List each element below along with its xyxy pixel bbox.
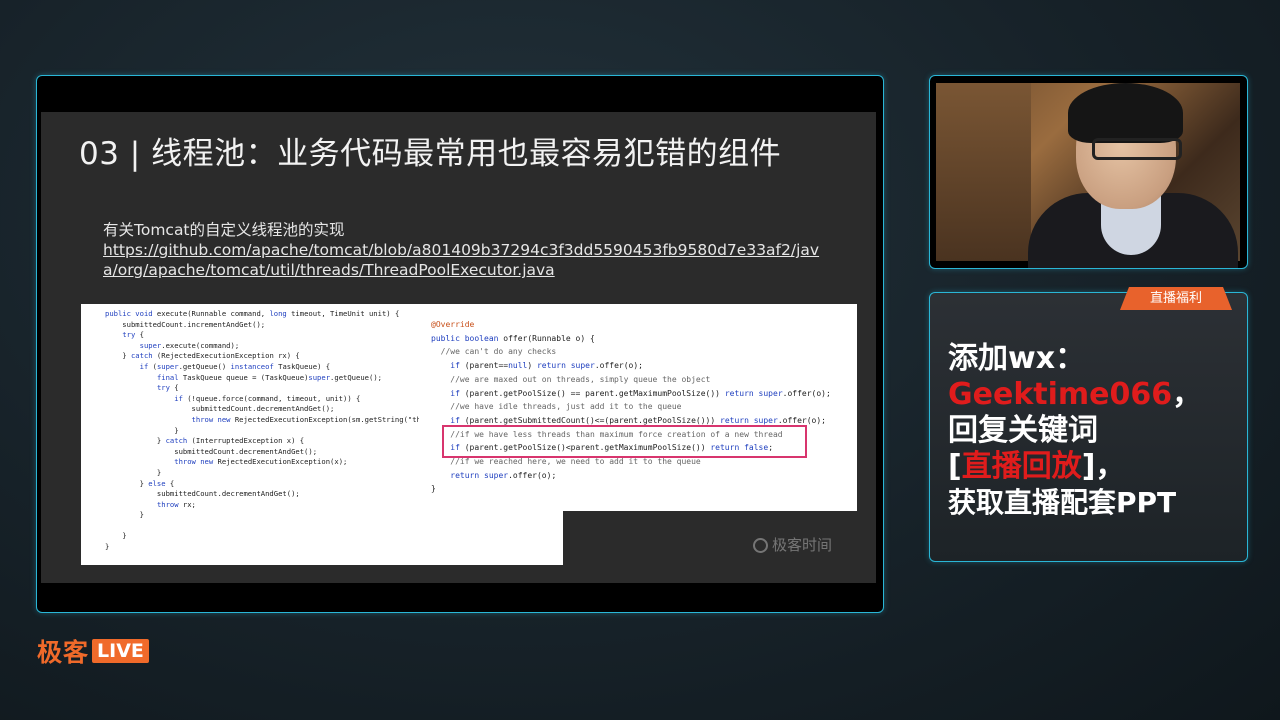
code-line: } — [431, 484, 436, 494]
code-line: if (super.getQueue() instanceof TaskQueu… — [139, 361, 331, 371]
slide-top-bar — [41, 86, 876, 112]
slide-bottom-bar — [41, 583, 876, 603]
code-line: submittedCount.decrementAndGet(); — [105, 404, 335, 414]
promo-line-3: 回复关键词 — [948, 413, 1098, 448]
code-line: //we have idle threads, just add it to t… — [431, 402, 682, 412]
code-line: final TaskQueue queue = (TaskQueue)super… — [156, 372, 382, 382]
code-line: } catch (RejectedExecutionException rx) … — [105, 351, 300, 361]
code-line: if (parent.getPoolSize() == parent.getMa… — [450, 388, 831, 398]
code-line: //we can't do any checks — [431, 347, 557, 357]
code-line: } — [105, 510, 144, 520]
code-line: } catch (InterruptedException x) { — [105, 436, 305, 446]
code-line: //if we have less threads than maximum f… — [431, 429, 783, 439]
promo-tab: 直播福利 — [1120, 287, 1232, 310]
code-execute-text: public void execute(Runnable command, lo… — [105, 309, 447, 553]
code-line: throw new RejectedExecutionException(x); — [174, 457, 348, 467]
code-line: submittedCount.incrementAndGet(); — [105, 319, 266, 329]
promo-line-5: 获取直播配套PPT — [948, 486, 1177, 519]
geektime-logo-icon — [753, 538, 768, 553]
code-line: public boolean offer(Runnable o) { — [431, 333, 595, 343]
code-line: } — [105, 531, 127, 541]
github-link[interactable]: https://github.com/apache/tomcat/blob/a8… — [103, 240, 823, 280]
slide-subtitle: 有关Tomcat的自定义线程池的实现 — [103, 221, 345, 239]
code-line: submittedCount.decrementAndGet(); — [105, 446, 318, 456]
code-line: super.execute(command); — [139, 340, 240, 350]
code-line: if (parent.getSubmittedCount()<=(parent.… — [450, 415, 826, 425]
live-badge: LIVE — [92, 639, 149, 663]
promo-text: 添加wx： Geektime066， 回复关键词 [直播回放]， 获取直播配套P… — [948, 341, 1243, 521]
code-line: public void execute(Runnable command, lo… — [105, 309, 400, 318]
webcam-video — [936, 83, 1240, 268]
promo-panel: 直播福利 添加wx： Geektime066， 回复关键词 [直播回放]， 获取… — [929, 287, 1248, 562]
glasses-icon — [1092, 138, 1182, 160]
code-line: if (parent==null) return super.offer(o); — [450, 361, 643, 371]
slide: 03 | 线程池：业务代码最常用也最容易犯错的组件 有关Tomcat的自定义线程… — [41, 86, 876, 603]
code-line: } — [105, 542, 110, 552]
code-line: try { — [156, 383, 179, 393]
code-line: } — [105, 467, 162, 477]
code-line: return super.offer(o); — [450, 470, 557, 480]
code-line: //we are maxed out on threads, simply qu… — [431, 374, 711, 384]
code-offer-text: @Override public boolean offer(Runnable o… — [431, 318, 831, 496]
brand-name: 极客 — [37, 638, 90, 667]
code-line: @Override — [431, 320, 475, 329]
code-line: //if we reached here, we need to add it … — [431, 457, 701, 467]
code-line: } else { — [105, 478, 175, 488]
code-line: throw new RejectedExecutionException(sm.… — [191, 414, 447, 424]
geektime-watermark: 极客时间 — [753, 534, 832, 555]
promo-line-4: [直播回放]， — [948, 449, 1126, 484]
code-line: if (!queue.force(command, timeout, unit)… — [174, 393, 361, 403]
promo-line-2: Geektime066， — [948, 377, 1203, 412]
promo-line-1: 添加wx： — [948, 341, 1086, 376]
geek-live-logo: 极客 LIVE — [37, 636, 149, 667]
code-line: if (parent.getPoolSize()<parent.getMaxim… — [450, 443, 774, 453]
code-line: submittedCount.decrementAndGet(); — [105, 489, 300, 499]
code-snippet-offer: @Override public boolean offer(Runnable o… — [419, 304, 857, 511]
code-line: try { — [122, 330, 144, 340]
webcam-panel — [929, 75, 1248, 269]
slide-title: 03 | 线程池：业务代码最常用也最容易犯错的组件 — [79, 136, 782, 172]
code-line: } — [105, 425, 179, 435]
slide-subtitle-block: 有关Tomcat的自定义线程池的实现 https://github.com/ap… — [103, 220, 823, 280]
slide-panel: 03 | 线程池：业务代码最常用也最容易犯错的组件 有关Tomcat的自定义线程… — [36, 75, 884, 613]
code-line: throw rx; — [156, 499, 196, 509]
